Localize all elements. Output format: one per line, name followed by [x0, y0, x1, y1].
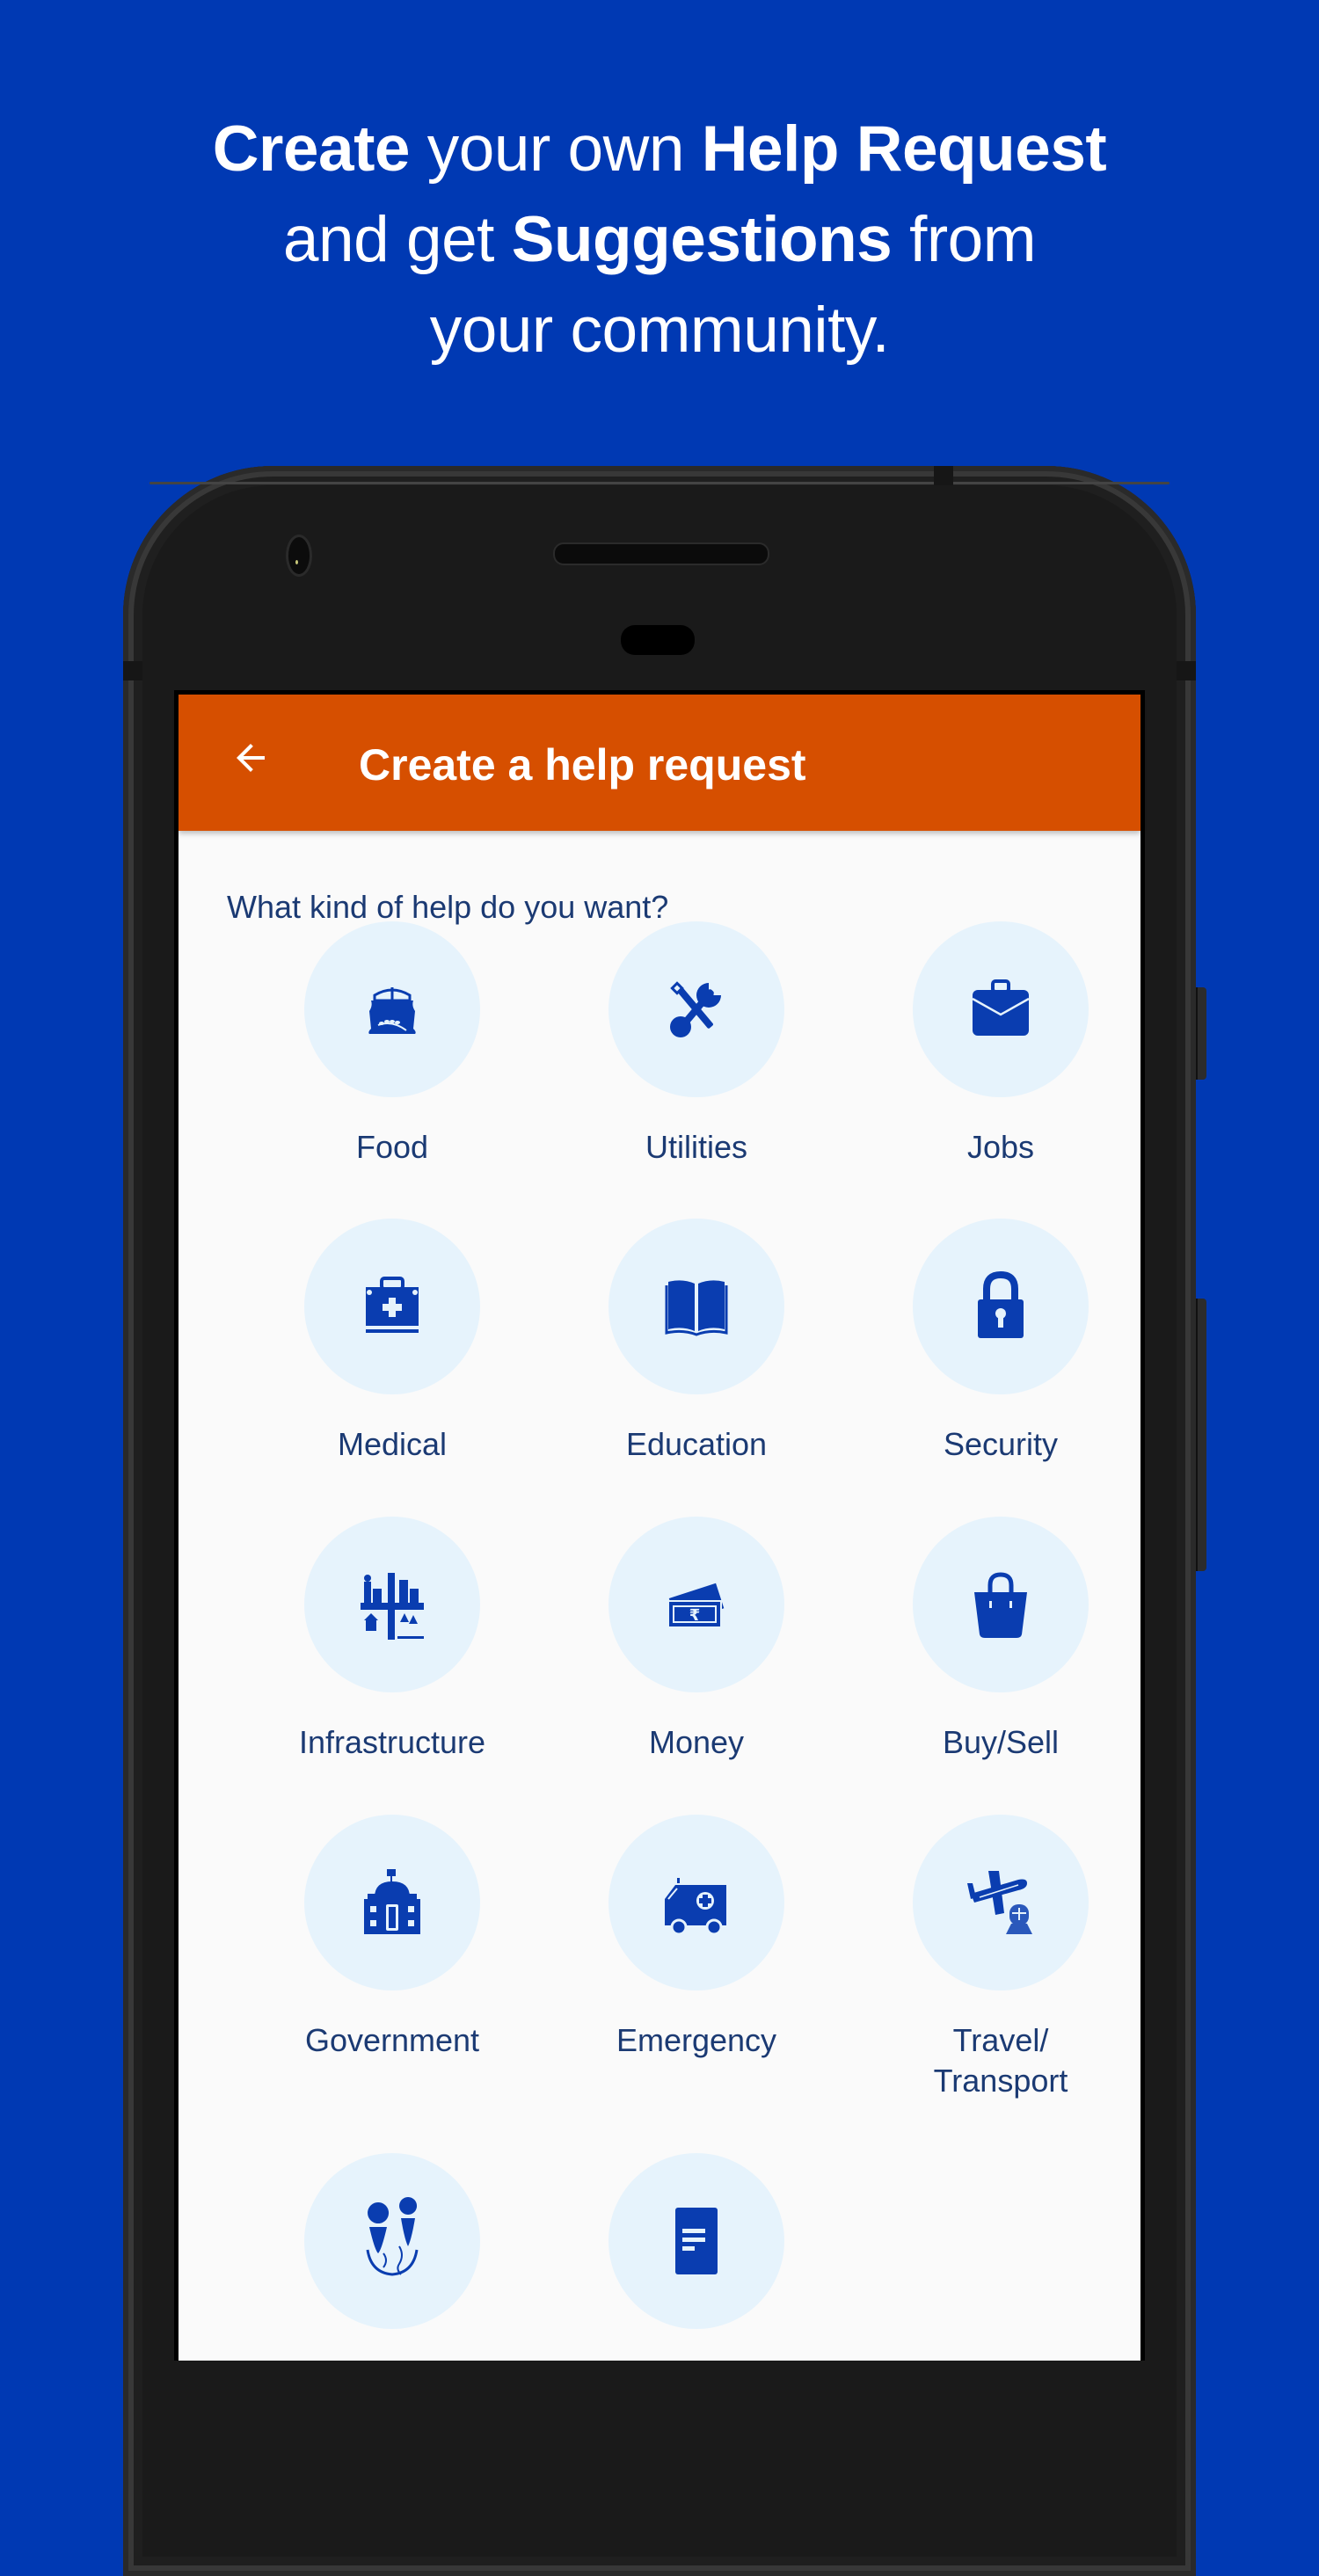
- ambulance-icon: [665, 1878, 726, 1936]
- headline-bold-suggestions: Suggestions: [511, 204, 893, 275]
- category-icon-circle: [304, 1815, 480, 1990]
- category-travel-transport[interactable]: Travel/ Transport: [851, 1815, 1150, 2101]
- briefcase-icon: [972, 979, 1030, 1036]
- category-icon-circle: [608, 1219, 784, 1394]
- category-label: Security: [943, 1426, 1059, 1462]
- category-buy-sell[interactable]: Buy/Sell: [851, 1517, 1150, 1763]
- medical-kit-icon: [366, 1277, 419, 1333]
- category-label: Buy/Sell: [942, 1724, 1060, 1760]
- category-label: Utilities: [645, 1129, 747, 1165]
- headline-line-1: Create your own Help Request: [0, 104, 1319, 194]
- category-icon-circle: [913, 1219, 1089, 1394]
- tools-icon: [670, 981, 721, 1037]
- category-label: Emergency: [616, 2022, 777, 2058]
- category-medical[interactable]: Medical: [243, 1219, 542, 1465]
- category-label: Jobs: [966, 1129, 1035, 1165]
- category-label: Money: [648, 1724, 745, 1760]
- category-icon-circle: [913, 1815, 1089, 1990]
- category-money[interactable]: ₹ Money: [547, 1517, 846, 1763]
- category-education[interactable]: Education: [547, 1219, 846, 1465]
- category-icon-circle: [608, 2153, 784, 2329]
- phone-rim: [149, 482, 1170, 484]
- city-icon: [361, 1573, 424, 1640]
- headline-text: from: [892, 204, 1037, 275]
- category-jobs[interactable]: Jobs: [851, 921, 1150, 1168]
- page-title: Create a help request: [359, 740, 806, 790]
- front-camera-icon: [286, 535, 312, 577]
- promo-headline: Create your own Help Request and get Sug…: [0, 104, 1319, 375]
- rupee-notes-icon: ₹: [667, 1583, 725, 1628]
- book-icon: [665, 1280, 728, 1336]
- category-icon-circle: [304, 921, 480, 1097]
- headline-bold-help-request: Help Request: [701, 113, 1107, 185]
- category-infrastructure[interactable]: Infrastructure: [243, 1517, 542, 1763]
- phone-screen: Create a help request What kind of help …: [174, 690, 1145, 2361]
- category-food[interactable]: Food: [243, 921, 542, 1168]
- plane-train-icon: [967, 1871, 1032, 1934]
- category-icon-circle: [913, 921, 1089, 1097]
- category-label: Travel/ Transport: [933, 2022, 1068, 2099]
- earpiece-speaker: [553, 542, 769, 565]
- app-bar: Create a help request: [179, 695, 1140, 831]
- headline-line-2: and get Suggestions from: [0, 194, 1319, 285]
- category-government[interactable]: Government: [243, 1815, 542, 2061]
- location-map-icon: [366, 2197, 419, 2276]
- category-emergency[interactable]: Emergency: [547, 1815, 846, 2061]
- category-location-map[interactable]: [243, 2153, 542, 2359]
- category-label: Education: [625, 1426, 768, 1462]
- category-utilities[interactable]: Utilities: [547, 921, 846, 1168]
- category-icon-circle: [608, 1815, 784, 1990]
- category-icon-circle: [304, 1517, 480, 1692]
- phone-volume-button: [1196, 1299, 1206, 1571]
- headline-text: your own: [409, 113, 702, 185]
- headline-text: and get: [282, 204, 512, 275]
- phone-antenna-line: [1177, 661, 1196, 680]
- phone-antenna-line: [934, 466, 953, 485]
- document-icon: [675, 2208, 718, 2274]
- back-button[interactable]: [222, 730, 279, 786]
- headline-text: your community.: [429, 295, 890, 366]
- category-document[interactable]: [547, 2153, 846, 2359]
- category-icon-circle: [304, 2153, 480, 2329]
- government-building-icon: [364, 1869, 420, 1934]
- category-icon-circle: ₹: [608, 1517, 784, 1692]
- lock-icon: [978, 1270, 1024, 1338]
- category-security[interactable]: Security: [851, 1219, 1150, 1465]
- arrow-left-icon: [237, 744, 265, 772]
- help-category-list: What kind of help do you want? Food Utili…: [179, 831, 1140, 2361]
- phone-antenna-line: [123, 661, 142, 680]
- category-label: Medical: [337, 1426, 448, 1462]
- grain-sack-icon: [368, 987, 416, 1034]
- shopping-bag-icon: [974, 1572, 1027, 1638]
- category-label: Infrastructure: [298, 1724, 486, 1760]
- category-label: Government: [304, 2022, 480, 2058]
- proximity-sensor: [621, 625, 695, 655]
- svg-text:₹: ₹: [689, 1606, 701, 1625]
- headline-bold-create: Create: [212, 113, 411, 185]
- category-label: Food: [355, 1129, 429, 1165]
- category-icon-circle: [304, 1219, 480, 1394]
- phone-power-button: [1196, 987, 1206, 1080]
- category-icon-circle: [608, 921, 784, 1097]
- headline-line-3: your community.: [0, 285, 1319, 375]
- category-icon-circle: [913, 1517, 1089, 1692]
